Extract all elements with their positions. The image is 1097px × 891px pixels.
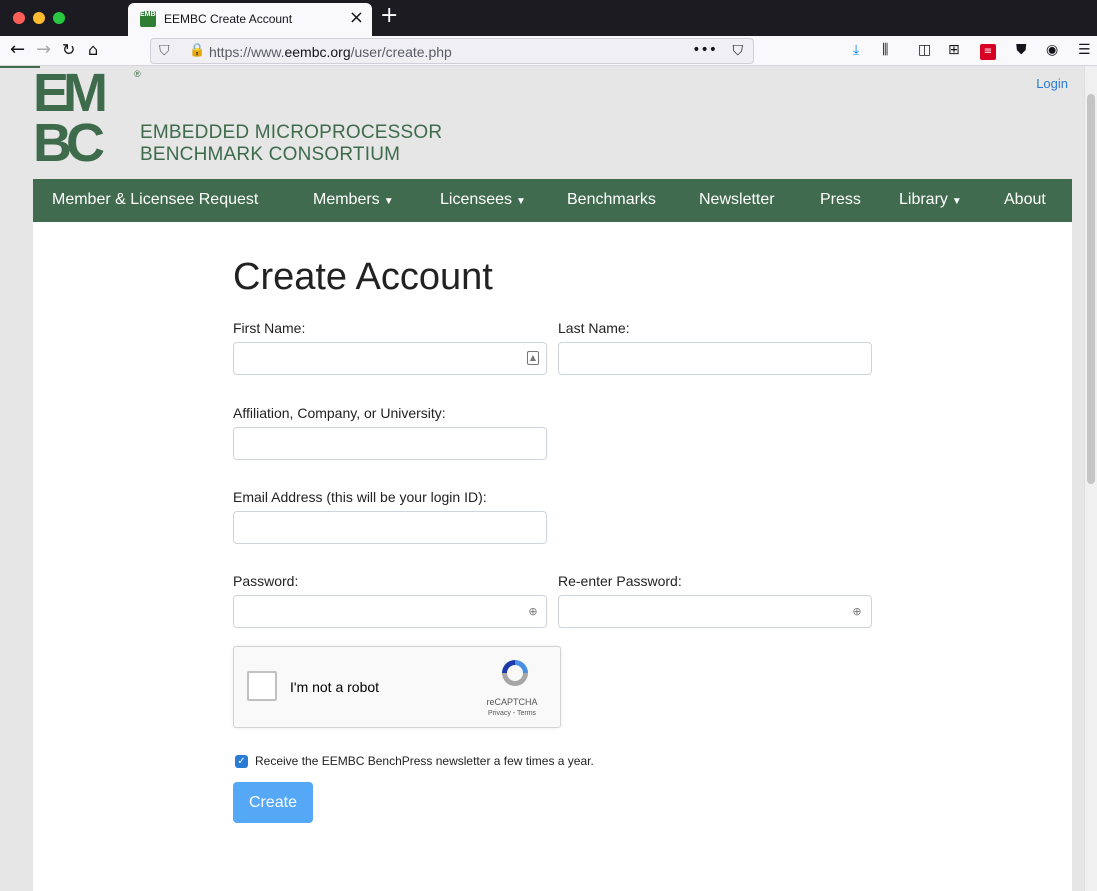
chevron-down-icon: ▼: [516, 196, 526, 207]
password-key-icon[interactable]: ⊕: [527, 605, 539, 619]
ublock-shield-icon[interactable]: ⛊: [1016, 41, 1027, 59]
recaptcha-brand: reCAPTCHA: [486, 697, 538, 707]
reload-icon[interactable]: ↻: [62, 39, 75, 61]
chevron-down-icon: ▼: [383, 196, 394, 207]
back-arrow-icon[interactable]: ←: [10, 39, 25, 61]
first-name-field[interactable]: [233, 342, 547, 375]
new-tab-icon[interactable]: +: [380, 3, 398, 29]
last-name-field[interactable]: [558, 342, 872, 375]
page: EM BC ® EMBEDDED MICROPROCESSOR BENCHMAR…: [0, 66, 1084, 891]
logo-letters-top: EM: [33, 66, 108, 123]
browser-titlebar: EMBC EEMBC Create Account × +: [0, 0, 1097, 36]
logo-registered-mark: ®: [134, 69, 141, 79]
newsletter-checkbox[interactable]: ✓: [235, 755, 248, 768]
close-window-button[interactable]: [13, 12, 25, 24]
todoist-extension-icon[interactable]: ≡: [980, 44, 996, 60]
site-favicon-icon: EMBC: [140, 11, 161, 27]
forward-arrow-icon[interactable]: →: [36, 39, 51, 61]
page-title: Create Account: [233, 256, 493, 298]
tab-close-icon[interactable]: ×: [349, 8, 364, 28]
nav-item-members[interactable]: Members ▼: [313, 191, 394, 209]
nav-item-library[interactable]: Library ▼: [899, 191, 962, 209]
newsletter-label: Receive the EEMBC BenchPress newsletter …: [255, 754, 594, 768]
recaptcha-label: I'm not a robot: [290, 679, 380, 695]
password-key-icon[interactable]: ⊕: [851, 605, 863, 619]
tracking-shield-icon[interactable]: ⛉: [159, 42, 170, 60]
nav-item-member-licensee-request[interactable]: Member & Licensee Request: [52, 191, 258, 209]
create-button[interactable]: Create: [233, 782, 313, 823]
nav-item-about[interactable]: About: [1004, 191, 1046, 209]
extensions-grid-icon[interactable]: ⊞: [948, 41, 960, 59]
zoom-window-button[interactable]: [53, 12, 65, 24]
chevron-down-icon: ▼: [951, 196, 962, 207]
logo-letters-bottom: BC: [33, 113, 105, 173]
browser-tab[interactable]: EMBC EEMBC Create Account ×: [128, 3, 372, 36]
logo-line-1: EMBEDDED MICROPROCESSOR: [140, 122, 443, 143]
reenter-password-field[interactable]: [558, 595, 872, 628]
library-icon[interactable]: ⫼: [882, 41, 888, 59]
affiliation-label: Affiliation, Company, or University:: [233, 405, 446, 421]
nav-item-benchmarks[interactable]: Benchmarks: [567, 191, 656, 209]
scrollbar-thumb[interactable]: [1087, 94, 1095, 484]
login-link[interactable]: Login: [1036, 76, 1068, 91]
page-scrollbar[interactable]: [1084, 66, 1097, 891]
email-field[interactable]: [233, 511, 547, 544]
hamburger-menu-icon[interactable]: ☰: [1078, 41, 1091, 59]
password-label: Password:: [233, 573, 299, 589]
url-text[interactable]: https://www.eembc.org/user/create.php: [209, 44, 452, 60]
recaptcha-checkbox[interactable]: [247, 671, 277, 701]
reenter-password-label: Re-enter Password:: [558, 573, 682, 589]
minimize-window-button[interactable]: [33, 12, 45, 24]
password-field[interactable]: [233, 595, 547, 628]
browser-toolbar: ← → ↻ ⌂ ⛉ 🔒 https://www.eembc.org/user/c…: [0, 36, 1097, 88]
last-name-label: Last Name:: [558, 320, 630, 336]
contact-card-icon[interactable]: ▲: [527, 351, 539, 365]
account-icon[interactable]: ◉: [1046, 41, 1058, 59]
nav-item-press[interactable]: Press: [820, 191, 861, 209]
home-icon[interactable]: ⌂: [88, 39, 98, 61]
eembc-logo-icon[interactable]: EM BC: [33, 66, 133, 173]
logo-line-2: BENCHMARK CONSORTIUM: [140, 144, 401, 165]
create-account-form: Create Account First Name: ▲ Last Name: …: [33, 222, 1072, 891]
download-icon[interactable]: ⤓: [853, 41, 859, 59]
recaptcha-logo-icon: [502, 660, 528, 686]
first-name-label: First Name:: [233, 320, 306, 336]
pocket-icon[interactable]: ⛉: [733, 42, 744, 60]
nav-item-licensees[interactable]: Licensees ▼: [440, 191, 526, 209]
email-label: Email Address (this will be your login I…: [233, 489, 487, 505]
address-bar[interactable]: ⛉ 🔒 https://www.eembc.org/user/create.ph…: [150, 38, 754, 64]
logo-wordmark[interactable]: EMBEDDED MICROPROCESSOR BENCHMARK CONSOR…: [140, 122, 442, 166]
main-navigation: Member & Licensee Request Members ▼ Licen…: [33, 179, 1072, 222]
tab-title: EEMBC Create Account: [164, 12, 293, 26]
nav-item-newsletter[interactable]: Newsletter: [699, 191, 775, 209]
recaptcha-widget: I'm not a robot reCAPTCHA Privacy - Term…: [233, 646, 561, 728]
recaptcha-privacy-terms[interactable]: Privacy - Terms: [472, 710, 552, 717]
page-actions-icon[interactable]: •••: [692, 41, 717, 59]
lock-icon[interactable]: 🔒: [189, 42, 205, 60]
affiliation-field[interactable]: [233, 427, 547, 460]
sidebar-icon[interactable]: ◫: [918, 41, 931, 59]
